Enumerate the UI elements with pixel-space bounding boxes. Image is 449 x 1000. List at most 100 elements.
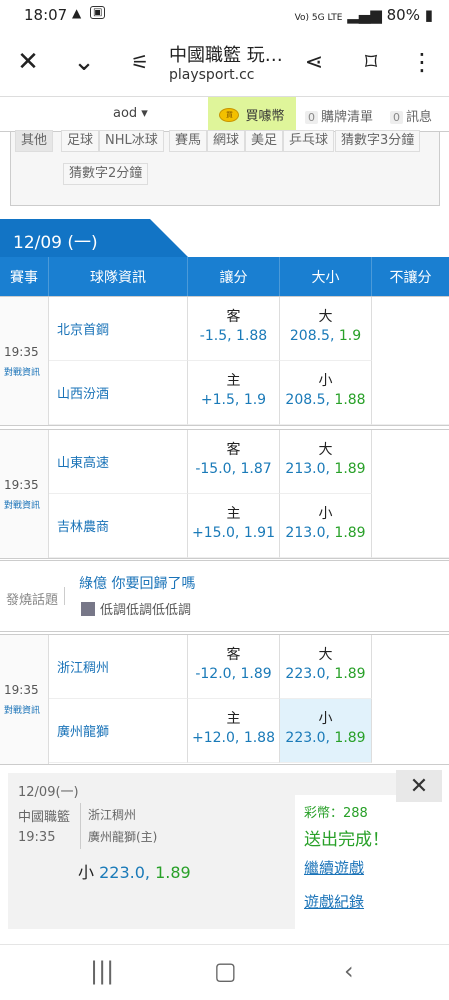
odds-line: +12.0, <box>192 730 240 746</box>
divider <box>64 587 65 605</box>
bet-result: 彩幣：288 送出完成！ 繼續遊戲 遊戲紀錄 <box>295 795 441 929</box>
close-icon[interactable]: ✕ <box>10 44 46 80</box>
game-row: 19:35 對戰資訊 浙江稠州 廣州龍獅 客 -12.0, 1.89 主 +12.0… <box>0 634 449 766</box>
odds-line: 208.5, <box>289 328 335 344</box>
spread-away-odds[interactable]: 客 -1.5, 1.88 <box>188 297 280 361</box>
home-team[interactable]: 山西汾酒 <box>49 361 188 425</box>
chevron-down-icon[interactable]: ⌄ <box>66 44 102 80</box>
odds-price: 1.88 <box>334 392 366 408</box>
game-time-cell: 19:35 對戰資訊 <box>0 297 49 425</box>
odds-line: 213.0, <box>285 525 330 541</box>
alert-icon: ▲ <box>72 6 82 20</box>
filter-tag[interactable]: 網球 <box>207 130 246 152</box>
game-time: 19:35 <box>4 345 39 359</box>
odds-line: 223.0, <box>285 730 330 746</box>
filter-tag[interactable]: 賽馬 <box>169 130 208 152</box>
filter-tag[interactable]: 足球 <box>61 130 100 152</box>
odds-line: 223.0, <box>285 666 330 682</box>
msg-count: 0 <box>390 111 403 124</box>
odds-side: 大 <box>318 309 333 325</box>
page-title: 中國職籃 玩… <box>169 45 283 66</box>
bet-date: 12/09(一) <box>18 785 79 800</box>
share-icon[interactable]: ⋖ <box>296 44 332 80</box>
header-total: 大小 <box>280 257 372 297</box>
odds-price: 1.88 <box>236 328 268 344</box>
matchup-info-link[interactable]: 對戰資訊 <box>4 498 40 511</box>
matchup-info-link[interactable]: 對戰資訊 <box>4 703 40 716</box>
odds-line: +1.5, <box>200 392 240 408</box>
bet-pick-side: 小 <box>78 863 95 882</box>
filter-tag[interactable]: 猜數字3分鐘 <box>335 130 421 152</box>
cart-link[interactable]: 0 購牌清單 <box>305 106 373 125</box>
signal-icon: ▂▄▆ <box>347 6 382 24</box>
away-team[interactable]: 山東高速 <box>49 430 188 494</box>
filter-tag[interactable]: 乒乓球 <box>283 130 335 152</box>
more-menu-icon[interactable]: ⋮ <box>404 44 440 80</box>
network-indicator: Vo) 5G LTE <box>294 13 343 23</box>
spread-home-odds[interactable]: 主 +12.0, 1.88 <box>188 699 280 763</box>
home-team[interactable]: 廣州龍獅 <box>49 699 188 763</box>
msg-label: 訊息 <box>406 110 433 125</box>
bet-league: 中國職籃 <box>18 810 71 825</box>
spread-away-odds[interactable]: 客 -12.0, 1.89 <box>188 635 280 699</box>
odds-line: 208.5, <box>285 392 330 408</box>
back-icon[interactable]: ‹ <box>344 957 354 985</box>
odds-line: -12.0, <box>195 666 237 682</box>
filter-tag[interactable]: 美足 <box>245 130 284 152</box>
spread-home-odds[interactable]: 主 +1.5, 1.9 <box>188 361 280 425</box>
close-popup-button[interactable]: ✕ <box>396 770 442 802</box>
away-team[interactable]: 北京首鋼 <box>49 297 188 361</box>
spread-home-odds[interactable]: 主 +15.0, 1.91 <box>188 494 280 558</box>
away-team[interactable]: 浙江稠州 <box>49 635 188 699</box>
author-name: 低調低調低低調 <box>100 603 192 618</box>
total-under-odds[interactable]: 小 213.0, 1.89 <box>280 494 372 558</box>
odds-price: 1.87 <box>240 461 272 477</box>
recent-apps-icon[interactable]: ||| <box>90 957 114 985</box>
odds-line: -15.0, <box>195 461 237 477</box>
game-record-link[interactable]: 遊戲紀錄 <box>304 891 364 912</box>
messages-link[interactable]: 0 訊息 <box>390 106 432 125</box>
filter-tag[interactable]: 其他 <box>15 130 54 152</box>
hot-topic-link[interactable]: 綠億 你要回歸了嗎 <box>79 573 195 593</box>
odds-side: 客 <box>226 647 241 663</box>
bet-confirmation-panel: 12/09(一) 中國職籃 19:35 浙江稠州 廣州龍獅(主) 小 223.0… <box>0 764 449 934</box>
home-team[interactable]: 吉林農商 <box>49 494 188 558</box>
odds-side: 客 <box>226 309 241 325</box>
home-icon[interactable]: ▢ <box>214 957 237 985</box>
filter-tag[interactable]: 猜數字2分鐘 <box>63 163 149 185</box>
filter-tag[interactable]: NHL冰球 <box>99 130 164 152</box>
bet-pick: 小 223.0, 1.89 <box>78 859 191 883</box>
total-over-odds[interactable]: 大 208.5, 1.9 <box>280 297 372 361</box>
hot-topic-label: 發燒話題 <box>6 593 59 608</box>
matchup-info-link[interactable]: 對戰資訊 <box>4 365 40 378</box>
cart-label: 購牌清單 <box>321 110 374 125</box>
odds-price: 1.89 <box>334 730 366 746</box>
system-nav-bar: ||| ▢ ‹ <box>0 944 449 1000</box>
bookmark-icon[interactable]: ⌑ <box>353 44 389 80</box>
total-over-odds[interactable]: 大 213.0, 1.89 <box>280 430 372 494</box>
spread-away-odds[interactable]: 客 -15.0, 1.87 <box>188 430 280 494</box>
odds-side: 主 <box>226 506 241 522</box>
total-under-odds[interactable]: 小 208.5, 1.88 <box>280 361 372 425</box>
odds-side: 主 <box>226 373 241 389</box>
close-icon: ✕ <box>409 773 429 799</box>
topic-author[interactable]: 低調低調低低調 <box>81 599 191 618</box>
odds-price: 1.89 <box>334 525 366 541</box>
odds-price: 1.89 <box>240 666 272 682</box>
buy-coin-button[interactable]: 買 買噱幣 <box>208 97 296 132</box>
bet-team-home: 廣州龍獅(主) <box>88 830 158 844</box>
page-settings-icon[interactable]: ⚟ <box>122 44 158 80</box>
odds-price: 1.89 <box>334 666 366 682</box>
total-under-odds-selected[interactable]: 小 223.0, 1.89 <box>280 699 372 763</box>
browser-toolbar: ✕ ⌄ ⚟ 中國職籃 玩… playsport.cc ⋖ ⌑ ⋮ <box>0 32 449 96</box>
odds-side: 大 <box>318 647 333 663</box>
continue-game-link[interactable]: 繼續遊戲 <box>304 857 364 878</box>
header-spread: 讓分 <box>188 257 280 297</box>
bet-team-away: 浙江稠州 <box>88 808 137 822</box>
total-over-odds[interactable]: 大 223.0, 1.89 <box>280 635 372 699</box>
cart-count: 0 <box>305 111 318 124</box>
site-subnav: aod ▾ 買 買噱幣 0 購牌清單 0 訊息 <box>0 96 449 132</box>
odds-price: 1.9 <box>243 392 267 408</box>
user-menu[interactable]: aod ▾ <box>113 106 148 121</box>
odds-line: +15.0, <box>192 525 240 541</box>
